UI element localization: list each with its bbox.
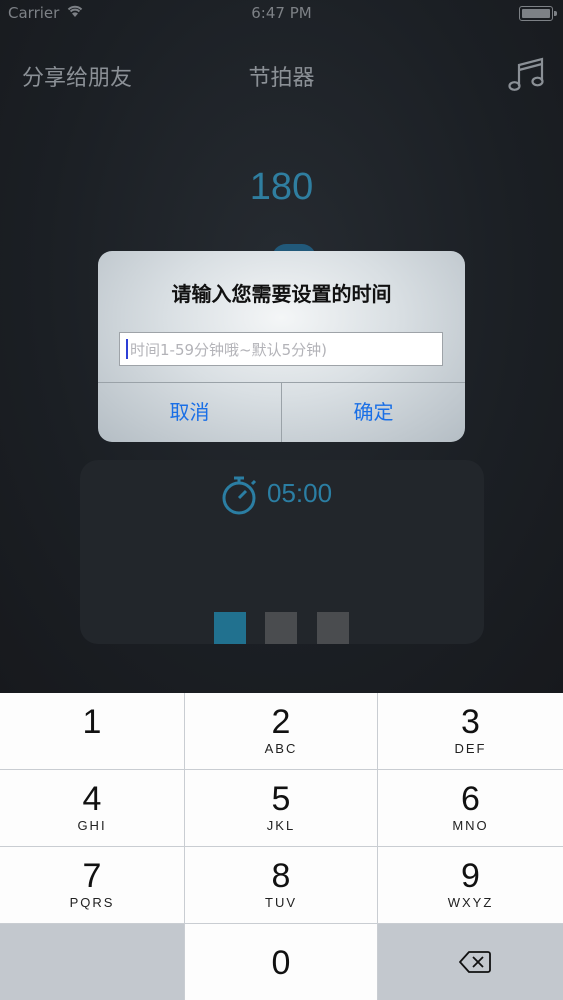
key-6[interactable]: 6 MNO	[378, 770, 563, 846]
bpm-value: 180	[249, 166, 314, 208]
time-input-alert: 请输入您需要设置的时间 时间1-59分钟哦~默认5分钟) 取消 确定	[98, 251, 465, 442]
key-digit: 0	[271, 944, 291, 982]
delete-key[interactable]	[378, 924, 563, 1000]
key-digit: 6	[461, 780, 480, 818]
key-digit: 9	[461, 857, 480, 895]
alert-title: 请输入您需要设置的时间	[171, 282, 392, 306]
key-5[interactable]: 5 JKL	[185, 770, 377, 846]
music-note-icon[interactable]	[508, 56, 546, 92]
key-digit: 1	[82, 703, 102, 741]
text-caret	[126, 339, 128, 359]
status-bar: Carrier 6:47 PM	[0, 0, 563, 28]
key-letters: MNO	[452, 818, 489, 833]
key-7[interactable]: 7 PQRS	[0, 847, 184, 923]
key-digit: 5	[271, 780, 291, 818]
key-4[interactable]: 4 GHI	[0, 770, 184, 846]
key-blank	[0, 924, 184, 1000]
key-letters: WXYZ	[447, 895, 494, 910]
key-digit: 4	[82, 780, 102, 818]
time-input-field[interactable]: 时间1-59分钟哦~默认5分钟)	[119, 332, 443, 366]
key-letters: ABC	[264, 741, 298, 756]
key-digit: 2	[271, 703, 291, 741]
key-3[interactable]: 3 DEF	[378, 693, 563, 769]
key-letters: GHI	[77, 818, 107, 833]
confirm-button[interactable]: 确定	[282, 382, 465, 442]
key-letters: DEF	[454, 741, 487, 756]
page-indicator[interactable]	[317, 612, 349, 644]
key-2[interactable]: 2 ABC	[185, 693, 377, 769]
backspace-icon	[459, 951, 491, 973]
stopwatch-icon	[222, 476, 257, 515]
key-0[interactable]: 0	[185, 924, 377, 1000]
key-letters: TUV	[265, 895, 297, 910]
key-9[interactable]: 9 WXYZ	[378, 847, 563, 923]
key-letters: JKL	[266, 818, 296, 833]
cancel-button[interactable]: 取消	[98, 382, 281, 442]
key-digit: 8	[271, 857, 291, 895]
key-digit: 3	[461, 703, 480, 741]
numeric-keypad: 1 2 ABC 3 DEF 4 GHI 5 JKL 6 MNO 7 PQRS 8…	[0, 693, 563, 1000]
key-1[interactable]: 1	[0, 693, 184, 769]
status-time: 6:47 PM	[251, 4, 312, 22]
key-digit: 7	[82, 857, 102, 895]
page-indicator-active[interactable]	[214, 612, 246, 644]
key-8[interactable]: 8 TUV	[185, 847, 377, 923]
key-letters: PQRS	[69, 895, 115, 910]
page-title: 节拍器	[248, 66, 315, 91]
battery-icon	[519, 6, 557, 21]
timer-value[interactable]: 05:00	[267, 478, 332, 509]
time-input-placeholder: 时间1-59分钟哦~默认5分钟)	[130, 340, 328, 359]
page-indicator[interactable]	[265, 612, 297, 644]
